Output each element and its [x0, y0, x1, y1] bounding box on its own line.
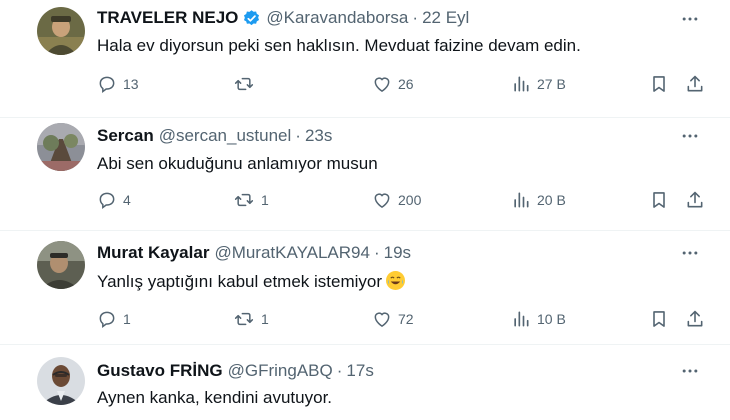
- views-button[interactable]: 10 B: [511, 309, 566, 329]
- display-name[interactable]: TRAVELER NEJO: [97, 8, 238, 28]
- more-icon[interactable]: [678, 7, 702, 31]
- views-icon: [514, 311, 529, 327]
- avatar[interactable]: [37, 241, 85, 289]
- reply-button[interactable]: 4: [97, 190, 131, 210]
- reply-count: 4: [123, 192, 131, 208]
- like-count: 26: [398, 76, 414, 92]
- reply-icon: [99, 192, 115, 209]
- tweet-header: Murat Kayalar @MuratKAYALAR94 · 19s: [97, 243, 411, 263]
- bookmark-icon: [653, 311, 665, 327]
- views-button[interactable]: 27 B: [511, 74, 566, 94]
- like-button[interactable]: 200: [372, 190, 421, 210]
- tweet[interactable]: Sercan @sercan_ustunel · 23s Abi sen oku…: [0, 118, 730, 231]
- handle[interactable]: @MuratKAYALAR94: [214, 243, 370, 263]
- share-icon: [687, 191, 703, 208]
- separator: ·: [336, 361, 343, 380]
- like-count: 72: [398, 311, 414, 327]
- action-bar: 1 1 72 10 B: [97, 309, 707, 333]
- bookmark-button[interactable]: [649, 309, 669, 329]
- timestamp[interactable]: 17s: [346, 361, 373, 381]
- handle[interactable]: @sercan_ustunel: [159, 126, 292, 146]
- display-name[interactable]: Sercan: [97, 126, 154, 146]
- like-count: 200: [398, 192, 422, 208]
- reply-button[interactable]: 1: [97, 309, 131, 329]
- retweet-icon: [234, 77, 254, 91]
- tweet-header: Gustavo FRİNG @GFringABQ · 17s: [97, 361, 374, 381]
- reply-icon: [99, 311, 115, 328]
- views-count: 20 B: [537, 192, 566, 208]
- share-button[interactable]: [685, 74, 705, 94]
- retweet-count: 1: [261, 192, 269, 208]
- timestamp[interactable]: 23s: [305, 126, 332, 146]
- timestamp[interactable]: 19s: [384, 243, 411, 263]
- tweet-header: Sercan @sercan_ustunel · 23s: [97, 126, 332, 146]
- like-icon: [374, 77, 390, 92]
- retweet-button[interactable]: [233, 74, 261, 94]
- like-icon: [374, 312, 390, 327]
- bookmark-button[interactable]: [649, 74, 669, 94]
- separator: ·: [412, 8, 419, 27]
- views-icon: [514, 76, 529, 92]
- share-icon: [687, 310, 703, 327]
- avatar[interactable]: [37, 7, 85, 55]
- like-icon: [374, 193, 390, 208]
- more-icon[interactable]: [678, 359, 702, 383]
- reply-icon: [99, 76, 115, 93]
- retweet-icon: [234, 193, 254, 207]
- joy-emoji-icon: [386, 271, 406, 290]
- tweet[interactable]: Murat Kayalar @MuratKAYALAR94 · 19s Yanl…: [0, 231, 730, 345]
- reply-count: 13: [123, 76, 139, 92]
- tweet[interactable]: Gustavo FRİNG @GFringABQ · 17s Aynen kan…: [0, 345, 730, 420]
- bookmark-icon: [653, 192, 665, 208]
- verified-icon: [242, 9, 261, 28]
- tweet[interactable]: TRAVELER NEJO @Karavandaborsa · 22 Eyl H…: [0, 0, 730, 118]
- handle[interactable]: @GFringABQ: [228, 361, 333, 381]
- tweet-header: TRAVELER NEJO @Karavandaborsa · 22 Eyl: [97, 8, 469, 28]
- share-icon: [687, 75, 703, 92]
- bookmark-button[interactable]: [649, 190, 669, 210]
- views-icon: [514, 192, 529, 208]
- retweet-button[interactable]: 1: [233, 190, 269, 210]
- timestamp[interactable]: 22 Eyl: [422, 8, 469, 28]
- display-name[interactable]: Gustavo FRİNG: [97, 361, 223, 381]
- tweet-text-content: Yanlış yaptığını kabul etmek istemiyor: [97, 272, 383, 291]
- handle[interactable]: @Karavandaborsa: [266, 8, 408, 28]
- reply-button[interactable]: 13: [97, 74, 139, 94]
- tweet-text: Abi sen okuduğunu anlamıyor musun: [97, 154, 378, 173]
- separator: ·: [373, 243, 380, 262]
- avatar[interactable]: [37, 123, 85, 171]
- avatar[interactable]: [37, 357, 85, 405]
- retweet-count: 1: [261, 311, 269, 327]
- more-icon[interactable]: [678, 241, 702, 265]
- display-name[interactable]: Murat Kayalar: [97, 243, 209, 263]
- tweet-text: Yanlış yaptığını kabul etmek istemiyor: [97, 271, 406, 292]
- tweet-text: Hala ev diyorsun peki sen haklısın. Mevd…: [97, 36, 581, 55]
- share-button[interactable]: [685, 309, 705, 329]
- like-button[interactable]: 26: [372, 74, 414, 94]
- retweet-button[interactable]: 1: [233, 309, 269, 329]
- action-bar: 4 1 200 20 B: [97, 190, 707, 214]
- share-button[interactable]: [685, 190, 705, 210]
- more-icon[interactable]: [678, 124, 702, 148]
- separator: ·: [295, 126, 301, 145]
- tweet-text: Aynen kanka, kendini avutuyor.: [97, 388, 333, 407]
- views-button[interactable]: 20 B: [511, 190, 566, 210]
- bookmark-icon: [653, 76, 665, 92]
- reply-count: 1: [123, 311, 131, 327]
- like-button[interactable]: 72: [372, 309, 414, 329]
- retweet-icon: [234, 312, 254, 326]
- views-count: 27 B: [537, 76, 566, 92]
- views-count: 10 B: [537, 311, 566, 327]
- reply-thread: TRAVELER NEJO @Karavandaborsa · 22 Eyl H…: [0, 0, 730, 420]
- action-bar: 13 26 27 B: [97, 74, 707, 98]
